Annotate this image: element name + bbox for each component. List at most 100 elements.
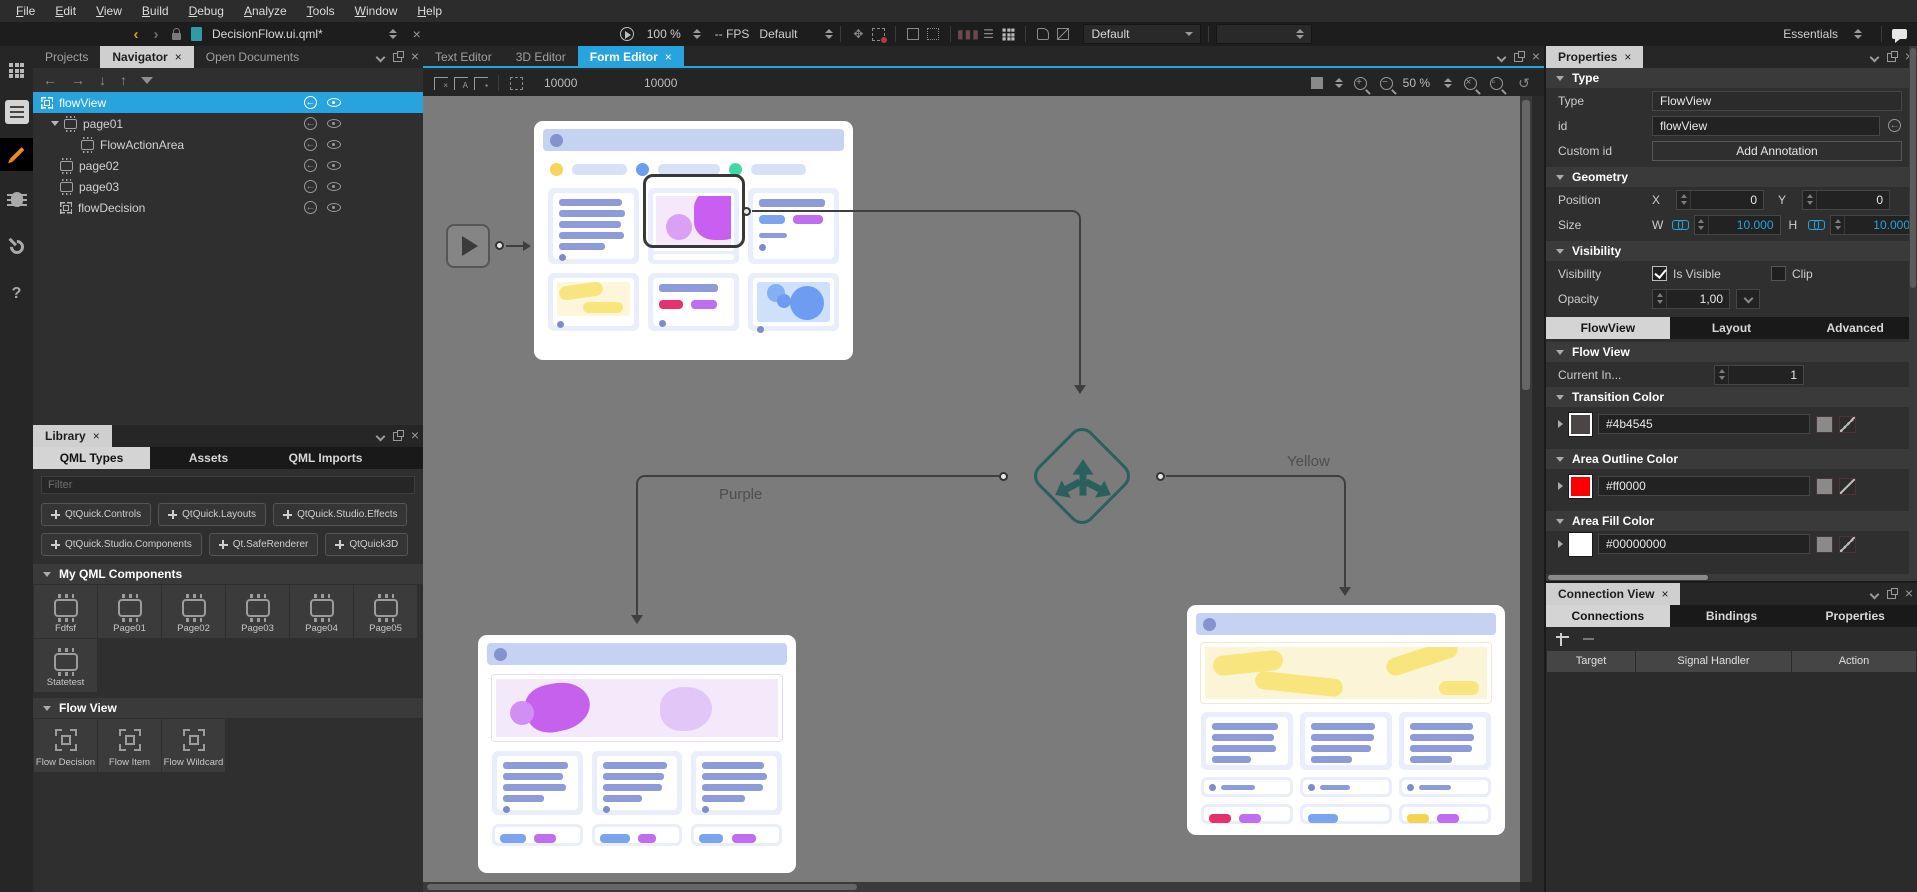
visibility-eye-icon[interactable] [327,140,341,149]
bounding-rect-clock-icon[interactable] [923,25,943,43]
section-area-fill-color[interactable]: Area Fill Color [1546,511,1917,531]
component-page02[interactable]: Page02 [162,585,225,638]
canvas-width-field[interactable]: 10000 [544,76,644,90]
type-value-field[interactable]: FlowView [1652,91,1902,111]
opacity-spinbox[interactable]: 1,00 [1652,289,1730,309]
export-toggle-icon[interactable] [304,138,317,151]
flow-start-node[interactable] [446,224,490,268]
canvas-vscrollbar[interactable] [1520,96,1532,882]
document-spinner[interactable] [389,29,397,39]
nav-left-icon[interactable]: ← [43,72,57,88]
add-import-button[interactable]: QtQuick3D [325,533,408,556]
expand-color-icon[interactable] [1558,420,1563,428]
component-page01[interactable]: Page01 [98,585,161,638]
transition-label-yellow[interactable]: Yellow [1287,453,1330,470]
dock-menu-icon[interactable] [1496,52,1506,62]
tab-navigator[interactable]: Navigator× [100,46,193,68]
flow-item-page03[interactable] [1187,605,1505,835]
menu-help[interactable]: Help [407,0,452,22]
tab-advanced-props[interactable]: Advanced [1793,317,1917,339]
section-area-outline-color[interactable]: Area Outline Color [1546,449,1917,469]
transparent-color-button[interactable] [1839,478,1856,495]
connection-line-purple[interactable] [645,475,999,477]
start-connector-dot[interactable] [495,241,504,250]
no-snap-icon[interactable]: × [431,74,451,92]
properties-hscrollbar[interactable] [1546,574,1917,581]
menu-debug[interactable]: Debug [179,0,234,22]
color-picker-button[interactable] [1816,416,1833,433]
menu-file[interactable]: File [6,0,45,22]
menu-view[interactable]: View [86,0,132,22]
link-width-icon[interactable] [1672,220,1688,229]
section-flow-view-props[interactable]: Flow View [1546,342,1917,362]
export-id-icon[interactable] [1888,119,1901,132]
bounding-rect-icon[interactable] [903,25,923,43]
component-flow-decision[interactable]: Flow Decision [34,719,97,772]
link-height-icon[interactable] [1808,220,1824,229]
dock-float-icon[interactable] [393,53,402,62]
add-import-button[interactable]: Qt.SafeRenderer [209,533,319,556]
flow-item-page02[interactable] [478,635,796,873]
component-flow-wildcard[interactable]: Flow Wildcard [162,719,225,772]
tab-qml-types[interactable]: QML Types [33,447,150,469]
component-page05[interactable]: Page05 [354,585,417,638]
component-page04[interactable]: Page04 [290,585,353,638]
zoom-in-icon[interactable]: + [1351,74,1371,92]
menu-analyze[interactable]: Analyze [234,0,297,22]
reset-view-icon[interactable]: ↺ [1514,74,1534,92]
preview-zoom-spinner[interactable] [693,29,701,39]
empty-combo[interactable] [1216,24,1312,44]
flow-action-area[interactable] [643,174,745,248]
outline-color-swatch[interactable] [1569,475,1592,498]
w-spinbox[interactable]: 10.000 [1694,215,1781,235]
help-mode-icon[interactable]: ? [0,277,33,310]
style-combo[interactable]: Default [1083,24,1201,44]
tab-form-editor[interactable]: Form Editor× [578,46,684,66]
dock-float-icon[interactable] [1887,53,1896,62]
snap-anchors-icon[interactable]: A [451,74,471,92]
component-flow-item[interactable]: Flow Item [98,719,161,772]
visibility-eye-icon[interactable] [327,119,341,128]
forward-icon[interactable]: › [146,25,166,43]
section-visibility[interactable]: Visibility [1546,241,1917,261]
export-toggle-icon[interactable] [304,201,317,214]
add-annotation-button[interactable]: Add Annotation [1652,141,1902,161]
selection-frame-icon[interactable] [868,25,888,43]
tab-bindings[interactable]: Bindings [1670,605,1794,627]
section-type[interactable]: Type [1546,68,1917,88]
transparent-color-button[interactable] [1839,536,1856,553]
col-action[interactable]: Action [1792,651,1916,672]
zoom-out-icon[interactable]: − [1377,74,1397,92]
flow-canvas[interactable]: Purple Yellow [423,96,1520,882]
dock-menu-icon[interactable] [375,52,385,62]
decision-right-connector[interactable] [1156,472,1165,481]
add-import-button[interactable]: QtQuick.Layouts [158,503,266,526]
close-document-icon[interactable] [407,25,427,43]
kit-spinner[interactable] [1854,29,1862,39]
remove-connection-icon[interactable] [1583,638,1594,640]
grid-view-icon[interactable] [998,25,1018,43]
section-transition-color[interactable]: Transition Color [1546,387,1917,407]
zoom-fit-icon[interactable]: ▫ [1486,74,1506,92]
tab-connections[interactable]: Connections [1546,605,1670,627]
menu-window[interactable]: Window [345,0,408,22]
tab-connection-view[interactable]: Connection View× [1546,583,1680,605]
opacity-dropdown[interactable] [1736,289,1760,309]
filter-icon[interactable] [141,77,153,84]
tree-item-flowview[interactable]: flowView [33,92,423,113]
dock-menu-icon[interactable] [1869,589,1879,599]
zoom-spinner[interactable] [1444,78,1452,88]
outline-color-input[interactable]: #ff0000 [1598,476,1810,496]
tab-properties-sub[interactable]: Properties [1793,605,1917,627]
nav-up-icon[interactable]: ↑ [120,72,127,88]
tree-item-flowdecision[interactable]: flowDecision [33,197,423,218]
menu-build[interactable]: Build [132,0,179,22]
visibility-eye-icon[interactable] [327,161,341,170]
lock-icon[interactable] [166,25,186,43]
dock-menu-icon[interactable] [375,431,385,441]
list-view-icon[interactable]: ☰ [978,25,998,43]
id-input[interactable]: flowView [1652,116,1880,136]
swatch-spinner[interactable] [1335,78,1343,88]
edit-shape-icon[interactable] [1053,25,1073,43]
transition-color-swatch[interactable] [1569,413,1592,436]
